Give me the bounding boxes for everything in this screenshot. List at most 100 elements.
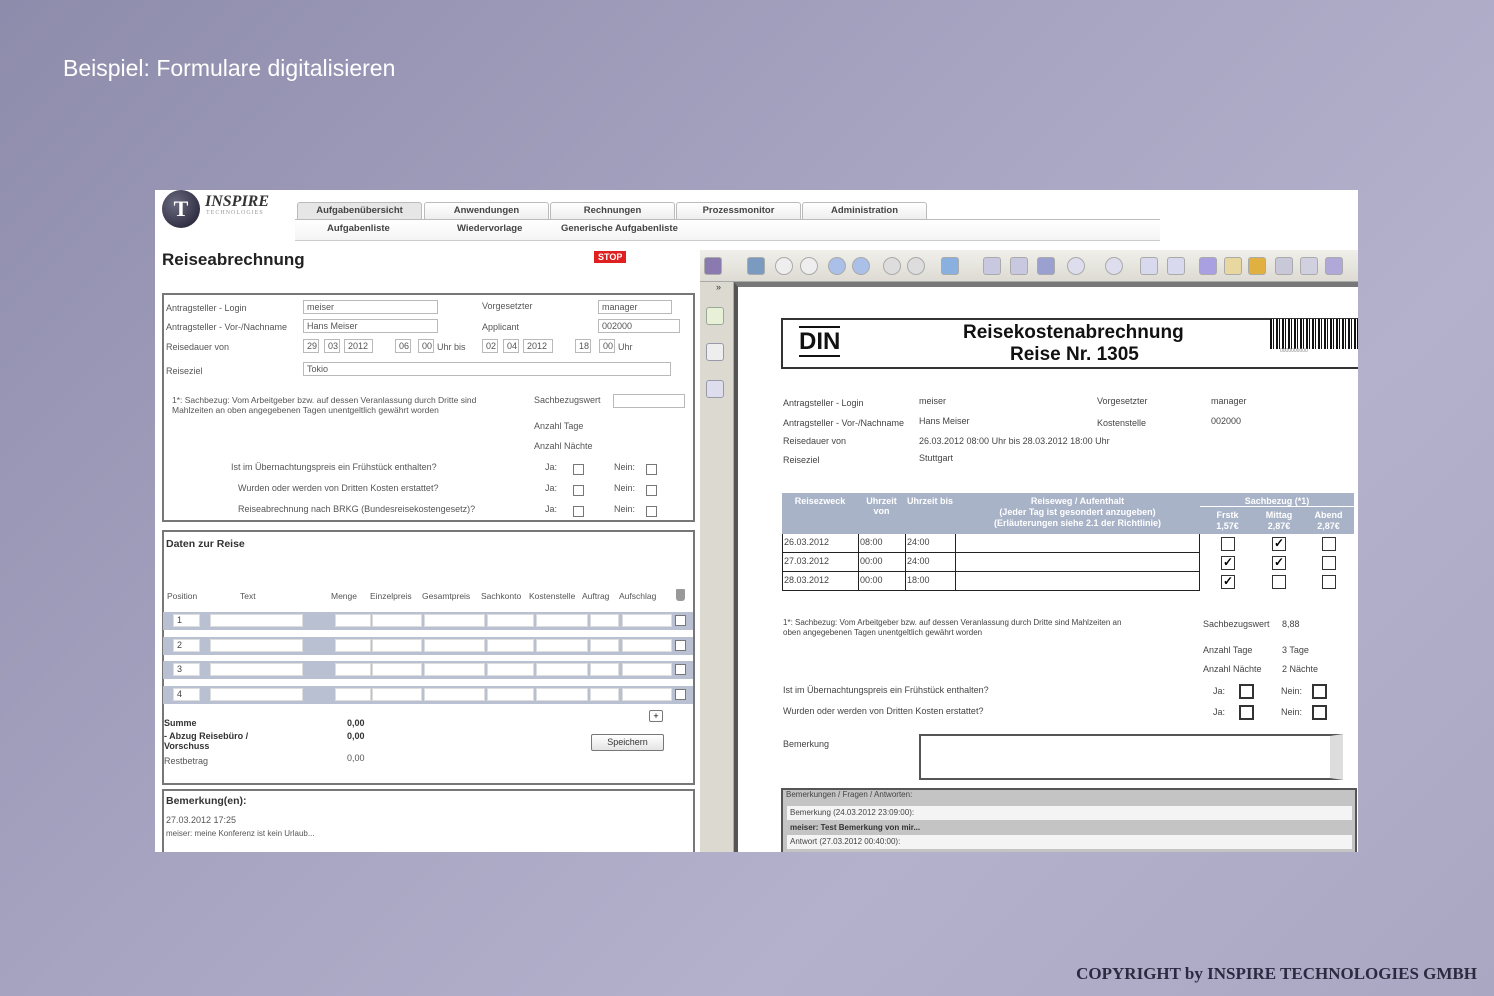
row-input[interactable] (487, 639, 534, 652)
row-input[interactable] (335, 639, 371, 652)
doc-checkbox-mi[interactable] (1272, 575, 1286, 589)
row-checkbox[interactable] (675, 689, 686, 700)
doc-checkbox-ab[interactable] (1322, 556, 1336, 570)
doc-q1-ja-checkbox[interactable] (1239, 684, 1254, 699)
row-input[interactable]: 4 (173, 688, 200, 701)
row-input[interactable] (590, 639, 619, 652)
row-input[interactable] (335, 614, 371, 627)
row-input[interactable] (536, 639, 588, 652)
row-input[interactable] (622, 639, 672, 652)
row-input[interactable] (424, 688, 485, 701)
row-input[interactable] (590, 688, 619, 701)
zoom-in-icon[interactable] (1105, 257, 1123, 275)
actual-size-icon[interactable] (1037, 257, 1055, 275)
ja-checkbox[interactable] (573, 464, 584, 475)
row-input[interactable] (372, 639, 422, 652)
row-input[interactable] (372, 614, 422, 627)
doc-checkbox-fr[interactable]: ✓ (1221, 556, 1235, 570)
row-input[interactable] (335, 688, 371, 701)
row-input[interactable] (424, 663, 485, 676)
doc-checkbox-fr[interactable] (1221, 537, 1235, 551)
row-input[interactable]: 2 (173, 639, 200, 652)
row-input[interactable] (210, 639, 303, 652)
ja-checkbox[interactable] (573, 485, 584, 496)
next-page-icon[interactable] (828, 257, 846, 275)
row-checkbox[interactable] (675, 664, 686, 675)
fit-width-icon[interactable] (1010, 257, 1028, 275)
row-input[interactable] (335, 663, 371, 676)
add-row-button[interactable]: + (649, 710, 663, 722)
row-input[interactable] (424, 614, 485, 627)
from-day-input[interactable]: 29 (303, 339, 319, 353)
hand-icon[interactable] (1199, 257, 1217, 275)
rotate-left-icon[interactable] (1140, 257, 1158, 275)
to-day-input[interactable]: 02 (482, 339, 498, 353)
row-input[interactable] (487, 688, 534, 701)
supervisor-input[interactable]: manager (598, 300, 672, 314)
row-input[interactable]: 1 (173, 614, 200, 627)
nein-checkbox[interactable] (646, 485, 657, 496)
doc-checkbox-mi[interactable]: ✓ (1272, 556, 1286, 570)
doc-bemerkung-textarea[interactable] (919, 734, 1343, 780)
row-input[interactable] (487, 663, 534, 676)
row-input[interactable] (590, 614, 619, 627)
doc-q1-nein-checkbox[interactable] (1312, 684, 1327, 699)
to-year-input[interactable]: 2012 (523, 339, 553, 353)
row-input[interactable] (210, 663, 303, 676)
select-icon[interactable] (1224, 257, 1242, 275)
save-icon[interactable] (704, 257, 722, 275)
dest-input[interactable]: Tokio (303, 362, 671, 376)
attachments-icon[interactable] (706, 343, 724, 361)
row-input[interactable] (210, 614, 303, 627)
nein-checkbox[interactable] (646, 506, 657, 517)
fit-page-icon[interactable] (983, 257, 1001, 275)
name-input[interactable]: Hans Meiser (303, 319, 438, 333)
row-input[interactable] (622, 614, 672, 627)
row-input[interactable] (536, 614, 588, 627)
from-hour-input[interactable]: 06 (395, 339, 411, 353)
tab-administration[interactable]: Administration (802, 202, 927, 219)
row-input[interactable] (622, 688, 672, 701)
image-icon[interactable] (1325, 257, 1343, 275)
doc-q2-ja-checkbox[interactable] (1239, 705, 1254, 720)
row-input[interactable] (536, 688, 588, 701)
forward-icon[interactable] (907, 257, 925, 275)
zoom-out-icon[interactable] (1067, 257, 1085, 275)
row-input[interactable] (210, 688, 303, 701)
rotate-right-icon[interactable] (1167, 257, 1185, 275)
applicant-input[interactable]: 002000 (598, 319, 680, 333)
pages-icon[interactable] (706, 307, 724, 325)
text-icon[interactable] (1300, 257, 1318, 275)
subtab-generische-aufgabenliste[interactable]: Generische Aufgabenliste (561, 223, 678, 234)
to-month-input[interactable]: 04 (503, 339, 519, 353)
to-minute-input[interactable]: 00 (599, 339, 615, 353)
first-page-icon[interactable] (775, 257, 793, 275)
row-input[interactable]: 3 (173, 663, 200, 676)
tab-rechnungen[interactable]: Rechnungen (550, 202, 675, 219)
subtab-aufgabenliste[interactable]: Aufgabenliste (327, 223, 390, 234)
row-input[interactable] (372, 663, 422, 676)
back-icon[interactable] (883, 257, 901, 275)
tab-anwendungen[interactable]: Anwendungen (424, 202, 549, 219)
row-input[interactable] (536, 663, 588, 676)
login-input[interactable]: meiser (303, 300, 438, 314)
comments-icon[interactable] (706, 380, 724, 398)
doc-checkbox-ab[interactable] (1322, 575, 1336, 589)
row-checkbox[interactable] (675, 640, 686, 651)
last-page-icon[interactable] (852, 257, 870, 275)
row-input[interactable] (424, 639, 485, 652)
row-input[interactable] (487, 614, 534, 627)
doc-q2-nein-checkbox[interactable] (1312, 705, 1327, 720)
expand-panel-icon[interactable]: » (716, 282, 721, 292)
save-button[interactable]: Speichern (591, 734, 664, 751)
doc-checkbox-mi[interactable]: ✓ (1272, 537, 1286, 551)
doc-checkbox-fr[interactable]: ✓ (1221, 575, 1235, 589)
nein-checkbox[interactable] (646, 464, 657, 475)
row-input[interactable] (622, 663, 672, 676)
pointer-icon[interactable] (1248, 257, 1266, 275)
tab-prozessmonitor[interactable]: Prozessmonitor (676, 202, 801, 219)
row-input[interactable] (372, 688, 422, 701)
from-minute-input[interactable]: 00 (418, 339, 434, 353)
subtab-wiedervorlage[interactable]: Wiedervorlage (457, 223, 522, 234)
row-input[interactable] (590, 663, 619, 676)
